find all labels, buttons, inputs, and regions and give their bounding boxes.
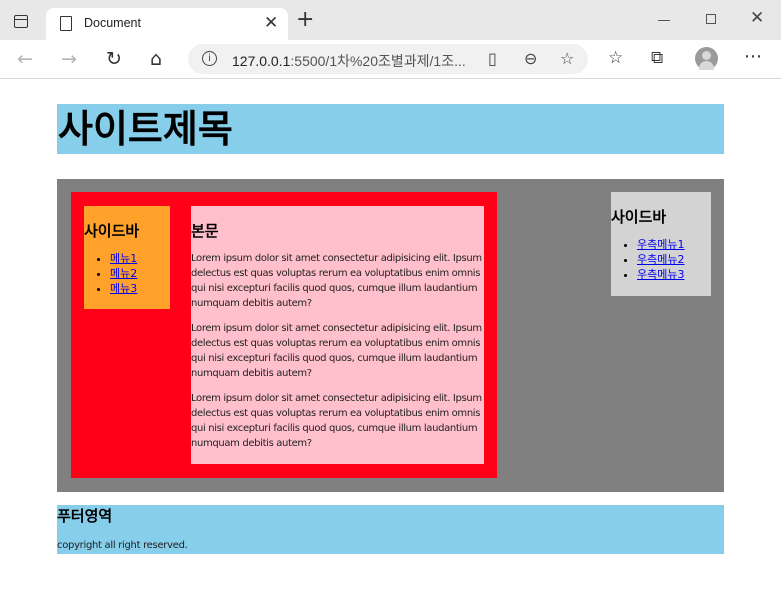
immersive-reader-icon[interactable]: ▯ [488,49,497,68]
browser-tab[interactable]: Document ✕ [46,8,288,40]
list-item: 우측메뉴3 [637,267,711,282]
main-paragraph-1: Lorem ipsum dolor sit amet consectetur a… [191,253,482,309]
main-paragraph-2: Lorem ipsum dolor sit amet consectetur a… [191,323,482,379]
home-icon[interactable]: ⌂ [150,47,162,71]
list-item: 우측메뉴2 [637,252,711,267]
document-icon [60,16,72,31]
main-title: 본문 [191,222,219,240]
info-icon[interactable]: i [202,51,217,66]
main-paragraph-3: Lorem ipsum dolor sit amet consectetur a… [191,393,482,449]
collections-icon[interactable]: ⧉ [651,48,663,68]
left-sidebar-title: 사이드바 [84,222,140,240]
browser-toolbar: ← → ↻ ⌂ i 127.0.0.1:5500/1차%20조별과제/1조...… [0,40,781,79]
add-favorite-icon[interactable]: ☆ [560,49,574,68]
tab-actions-icon[interactable] [14,15,28,28]
list-item: 메뉴1 [110,251,170,266]
web-page: 사이트제목 사이드바 메뉴1 메뉴2 메뉴3 본문 Lorem ipsum do… [0,80,781,609]
site-footer: 푸터영역 copyright all right reserved. [57,505,724,554]
address-bar[interactable]: i 127.0.0.1:5500/1차%20조별과제/1조... ▯ ⊖ ☆ [188,44,588,74]
url-path: :5500/1차%20조별과제/1조... [290,53,466,69]
content-container: 사이드바 메뉴1 메뉴2 메뉴3 본문 Lorem ipsum dolor si… [57,179,724,492]
left-sidebar-menu: 메뉴1 메뉴2 메뉴3 [84,251,170,296]
favorites-icon[interactable]: ☆ [608,48,623,68]
right-menu-link-3[interactable]: 우측메뉴3 [637,268,684,281]
left-sidebar: 사이드바 메뉴1 메뉴2 메뉴3 [84,206,170,309]
left-menu-link-3[interactable]: 메뉴3 [110,282,137,295]
list-item: 메뉴2 [110,266,170,281]
content-wrapper: 사이드바 메뉴1 메뉴2 메뉴3 본문 Lorem ipsum dolor si… [71,192,497,478]
list-item: 메뉴3 [110,281,170,296]
reload-icon[interactable]: ↻ [106,47,122,71]
site-title: 사이트제목 [58,107,233,151]
footer-copyright: copyright all right reserved. [57,540,188,551]
back-arrow-icon[interactable]: ← [17,47,33,71]
left-menu-link-2[interactable]: 메뉴2 [110,267,137,280]
minimize-icon[interactable] [658,20,670,21]
url-text[interactable]: 127.0.0.1:5500/1차%20조별과제/1조... [232,51,466,71]
window-close-icon[interactable]: ✕ [750,8,764,28]
maximize-icon[interactable] [706,14,716,24]
list-item: 우측메뉴1 [637,237,711,252]
zoom-out-icon[interactable]: ⊖ [524,49,537,68]
footer-title: 푸터영역 [57,507,113,525]
site-header: 사이트제목 [57,104,724,154]
more-menu-icon[interactable]: ⋯ [744,46,762,67]
right-menu-link-1[interactable]: 우측메뉴1 [637,238,684,251]
url-host: 127.0.0.1 [232,53,291,69]
forward-arrow-icon[interactable]: → [61,47,77,71]
right-sidebar: 사이드바 우측메뉴1 우측메뉴2 우측메뉴3 [611,192,711,296]
right-sidebar-title: 사이드바 [611,208,667,226]
tab-title: Document [84,16,141,30]
main-content: 본문 Lorem ipsum dolor sit amet consectetu… [191,206,484,464]
right-sidebar-menu: 우측메뉴1 우측메뉴2 우측메뉴3 [611,237,711,282]
browser-tab-bar: Document ✕ + ✕ [0,0,781,40]
profile-avatar[interactable] [695,47,718,70]
close-tab-icon[interactable]: ✕ [264,13,278,33]
new-tab-icon[interactable]: + [296,9,314,31]
left-menu-link-1[interactable]: 메뉴1 [110,252,137,265]
right-menu-link-2[interactable]: 우측메뉴2 [637,253,684,266]
